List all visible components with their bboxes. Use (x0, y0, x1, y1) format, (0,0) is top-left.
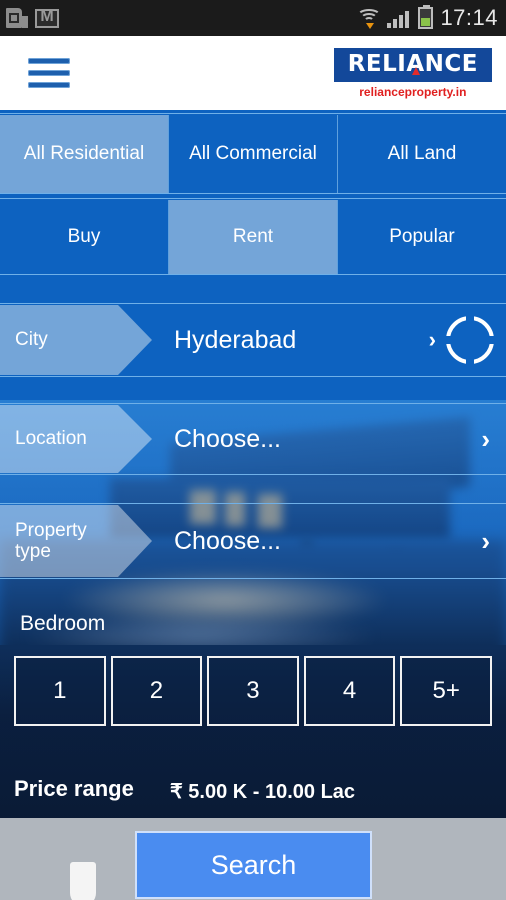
property-type-label: Property type (15, 520, 87, 563)
property-type-label-line2: type (15, 541, 51, 562)
hamburger-menu-icon[interactable] (28, 57, 70, 89)
footer-bar: Search (0, 818, 506, 900)
tab-rent[interactable]: Rent (169, 200, 338, 274)
divider (0, 303, 506, 304)
city-value: Hyderabad (174, 325, 297, 354)
bedroom-label: Bedroom (20, 612, 106, 635)
brand-logo[interactable]: RELIANCE relianceproperty.in (333, 47, 492, 99)
location-label: Location (15, 428, 87, 450)
bedroom-option-3[interactable]: 3 (207, 656, 299, 726)
property-type-label-tag: Property type (0, 505, 152, 577)
chevron-right-icon: › (481, 526, 490, 556)
app-screen: 17:14 RELIANCE relianceproperty.in All R… (0, 0, 506, 900)
city-label: City (15, 329, 48, 351)
chevron-right-icon: › (481, 424, 490, 454)
price-range-label: Price range (14, 776, 134, 801)
property-type-value: Choose... (174, 526, 282, 555)
tab-popular[interactable]: Popular (338, 200, 506, 274)
divider (0, 403, 506, 404)
bedroom-option-4[interactable]: 4 (303, 656, 396, 726)
tab-all-land[interactable]: All Land (338, 115, 506, 193)
property-type-selector-row[interactable]: Property type Choose... › (0, 505, 506, 577)
status-bar-notifications (6, 6, 59, 30)
divider (0, 193, 506, 194)
status-bar-system: 17:14 (357, 5, 498, 30)
logo-text-part1: RELI (347, 50, 407, 77)
price-range-value: ₹ 5.00 K - 10.00 Lac (170, 781, 356, 803)
deal-tab-bar: Buy Rent Popular (0, 200, 506, 274)
divider (0, 274, 506, 275)
category-tab-bar: All Residential All Commercial All Land (0, 115, 506, 193)
tab-buy[interactable]: Buy (0, 200, 169, 274)
property-type-label-line1: Property (15, 519, 87, 541)
sim-card-icon (6, 6, 28, 30)
logo-triangle-icon: A (406, 50, 425, 77)
logo-wordmark: RELIANCE (347, 50, 478, 77)
bedroom-option-5plus[interactable]: 5+ (400, 656, 492, 726)
location-value: Choose... (174, 424, 282, 453)
divider (0, 198, 506, 199)
wifi-icon (357, 7, 382, 29)
divider (0, 503, 506, 504)
search-button[interactable]: Search (135, 831, 372, 899)
battery-icon (418, 5, 434, 29)
location-selector-row[interactable]: Location Choose... › (0, 405, 506, 473)
bedroom-option-group: 1 2 3 4 5+ (14, 656, 492, 726)
location-label-tag: Location (0, 405, 152, 473)
logo-text-part3: NCE (424, 50, 478, 77)
city-label-tag: City (0, 305, 152, 375)
chevron-right-icon: › (428, 327, 436, 352)
app-header: RELIANCE relianceproperty.in (0, 36, 506, 110)
city-selector-row[interactable]: City Hyderabad › (0, 305, 506, 375)
divider (0, 474, 506, 475)
status-bar-clock: 17:14 (440, 5, 498, 30)
tab-all-commercial[interactable]: All Commercial (169, 115, 338, 193)
divider (0, 578, 506, 579)
signal-bars-icon (387, 8, 411, 28)
tab-all-residential[interactable]: All Residential (0, 115, 169, 193)
crosshair-locate-icon[interactable] (444, 314, 496, 366)
price-slider-thumb[interactable] (70, 862, 96, 900)
bedroom-option-1[interactable]: 1 (14, 656, 106, 726)
logo-box: RELIANCE (333, 47, 492, 82)
divider (0, 376, 506, 377)
status-bar: 17:14 (0, 0, 506, 36)
divider (0, 113, 506, 114)
bedroom-option-2[interactable]: 2 (110, 656, 203, 726)
logo-subtitle: relianceproperty.in (359, 84, 467, 99)
gmail-icon (35, 7, 59, 28)
